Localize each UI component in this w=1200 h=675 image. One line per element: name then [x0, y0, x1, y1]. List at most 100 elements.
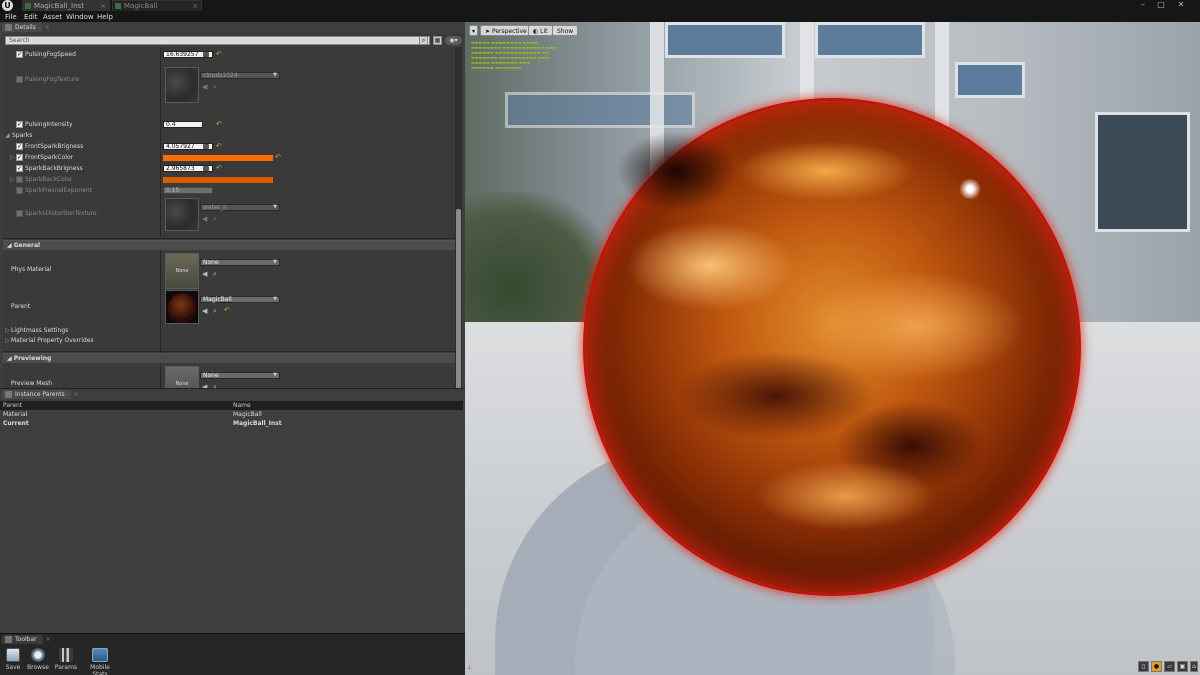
texture-thumbnail[interactable]: [165, 198, 199, 231]
building-window: [815, 22, 925, 58]
viewport-options-button[interactable]: ▾: [469, 25, 479, 36]
maximize-icon[interactable]: □: [1153, 0, 1169, 10]
menu-file[interactable]: File: [5, 12, 17, 22]
param-enable-checkbox[interactable]: [16, 187, 23, 194]
property-matrix-icon[interactable]: ▦: [433, 36, 442, 45]
param-enable-checkbox[interactable]: ✓: [16, 121, 23, 128]
param-enable-checkbox[interactable]: ✓: [16, 165, 23, 172]
details-tab[interactable]: Details ×: [2, 23, 50, 32]
column-header-name[interactable]: Name: [233, 401, 251, 410]
param-enable-checkbox[interactable]: [16, 210, 23, 217]
expand-arrow-icon[interactable]: ▷: [5, 327, 10, 334]
params-button[interactable]: Params: [54, 648, 78, 675]
use-selected-arrow-icon[interactable]: ◀: [202, 307, 207, 315]
asset-combo[interactable]: None ▼: [200, 372, 280, 379]
param-enable-checkbox[interactable]: [16, 176, 23, 183]
search-icon[interactable]: ⌕: [419, 36, 428, 45]
close-tab-icon[interactable]: ×: [46, 635, 51, 644]
sphere-mesh-icon[interactable]: ●: [1151, 661, 1162, 672]
teapot-mesh-icon[interactable]: ⌂: [1190, 661, 1198, 672]
color-swatch[interactable]: [163, 155, 273, 161]
close-tab-icon[interactable]: ×: [45, 23, 50, 32]
reset-to-default-icon[interactable]: ↶: [216, 142, 222, 150]
param-enable-checkbox[interactable]: ✓: [16, 143, 23, 150]
column-header-parent[interactable]: Parent: [3, 401, 22, 410]
param-enable-checkbox[interactable]: [16, 76, 23, 83]
reset-to-default-icon[interactable]: ↶: [216, 120, 222, 128]
category-general[interactable]: ◢ General: [3, 240, 456, 250]
chevron-down-icon: ▼: [273, 296, 277, 302]
search-input[interactable]: Search: [5, 36, 430, 45]
asset-combo[interactable]: clouds1024 ▼: [200, 72, 280, 79]
reset-to-default-icon[interactable]: ↶: [224, 306, 230, 314]
color-swatch[interactable]: [163, 177, 273, 183]
category-previewing[interactable]: ◢ Previewing: [3, 353, 456, 363]
instance-parents-tab[interactable]: Instance Parents ×: [2, 390, 79, 399]
browse-search-icon[interactable]: ⌕: [213, 215, 217, 224]
show-button[interactable]: Show: [552, 25, 579, 36]
close-tab-icon[interactable]: ×: [100, 1, 106, 12]
close-tab-icon[interactable]: ×: [192, 1, 198, 12]
table-row[interactable]: Material MagicBall: [0, 410, 463, 419]
menu-edit[interactable]: Edit: [24, 12, 38, 22]
save-icon: [6, 648, 20, 662]
param-value-field[interactable]: 0.15: [163, 187, 213, 194]
group-sparks[interactable]: ◢ Sparks: [3, 131, 456, 140]
reset-to-default-icon[interactable]: ↶: [216, 164, 222, 172]
texture-thumbnail[interactable]: [165, 67, 199, 103]
use-selected-arrow-icon[interactable]: ◀: [202, 215, 207, 223]
parent-material-thumbnail[interactable]: [165, 290, 199, 324]
expand-arrow-icon[interactable]: ▷: [5, 337, 10, 344]
unreal-logo-icon[interactable]: U: [2, 0, 13, 11]
browse-search-icon[interactable]: ⌕: [213, 83, 217, 92]
expand-arrow-icon[interactable]: ▷: [10, 176, 15, 183]
param-row-parent: Parent MagicBall ▼ ◀ ⌕ ↶: [3, 290, 456, 326]
cylinder-mesh-icon[interactable]: ▯: [1138, 661, 1149, 672]
perspective-button[interactable]: ➤ Perspective: [480, 25, 532, 36]
reset-to-default-icon[interactable]: ↶: [216, 50, 222, 58]
lit-button[interactable]: ◐ Lit: [528, 25, 553, 36]
material-property-overrides-row[interactable]: ▷ Material Property Overrides: [3, 336, 456, 346]
view-options-eye-icon[interactable]: ◉▾: [445, 36, 462, 45]
chevron-down-icon: ▼: [273, 72, 277, 78]
toolbar-tab[interactable]: Toolbar ×: [2, 635, 51, 644]
close-window-icon[interactable]: ✕: [1173, 0, 1189, 10]
document-tab-instance[interactable]: MagicBall_Inst ×: [22, 0, 110, 11]
browse-search-icon[interactable]: ⌕: [213, 270, 217, 279]
save-button[interactable]: Save: [3, 648, 23, 675]
details-scrollbar[interactable]: [455, 47, 462, 407]
cube-mesh-icon[interactable]: ▣: [1177, 661, 1188, 672]
browse-search-icon[interactable]: ⌕: [213, 307, 217, 316]
menu-help[interactable]: Help: [97, 12, 113, 22]
param-enable-checkbox[interactable]: ✓: [16, 51, 23, 58]
minimize-icon[interactable]: –: [1135, 0, 1151, 10]
close-tab-icon[interactable]: ×: [74, 390, 79, 399]
lightmass-settings-row[interactable]: ▷ Lightmass Settings: [3, 326, 456, 336]
reset-to-default-icon[interactable]: ↶: [275, 153, 281, 161]
preview-viewport[interactable]: ▾ ➤ Perspective ◐ Lit Show ▬▬▬▬▬ ▬▬▬▬▬▬▬…: [465, 22, 1200, 675]
menu-window[interactable]: Window: [66, 12, 94, 22]
scrollbar-thumb[interactable]: [456, 209, 461, 399]
asset-combo[interactable]: None ▼: [200, 259, 280, 266]
plane-mesh-icon[interactable]: ▱: [1164, 661, 1175, 672]
table-row[interactable]: Current MagicBall_Inst: [0, 419, 463, 428]
scrub-icon[interactable]: [203, 144, 209, 149]
mobile-stats-button[interactable]: Mobile Stats: [82, 648, 118, 675]
use-selected-arrow-icon[interactable]: ◀: [202, 83, 207, 91]
menu-asset[interactable]: Asset: [43, 12, 62, 22]
details-search-row: Search ⌕ ▦ ◉▾: [3, 34, 463, 46]
param-enable-checkbox[interactable]: ✓: [16, 154, 23, 161]
asset-thumbnail[interactable]: None: [165, 253, 199, 289]
use-selected-arrow-icon[interactable]: ◀: [202, 270, 207, 278]
asset-combo[interactable]: MagicBall ▼: [200, 296, 280, 303]
param-value-field[interactable]: 0.4: [163, 121, 203, 128]
scrub-icon[interactable]: [203, 52, 209, 57]
param-label: FrontSparkColor: [25, 154, 74, 161]
building-window: [1095, 112, 1190, 232]
document-tab-material[interactable]: MagicBall ×: [112, 0, 202, 11]
browse-button[interactable]: Browse: [26, 648, 50, 675]
expand-arrow-icon[interactable]: ◢: [5, 132, 10, 139]
scrub-icon[interactable]: [203, 166, 209, 171]
asset-combo[interactable]: water_n ▼: [200, 204, 280, 211]
expand-arrow-icon[interactable]: ▷: [10, 154, 15, 161]
